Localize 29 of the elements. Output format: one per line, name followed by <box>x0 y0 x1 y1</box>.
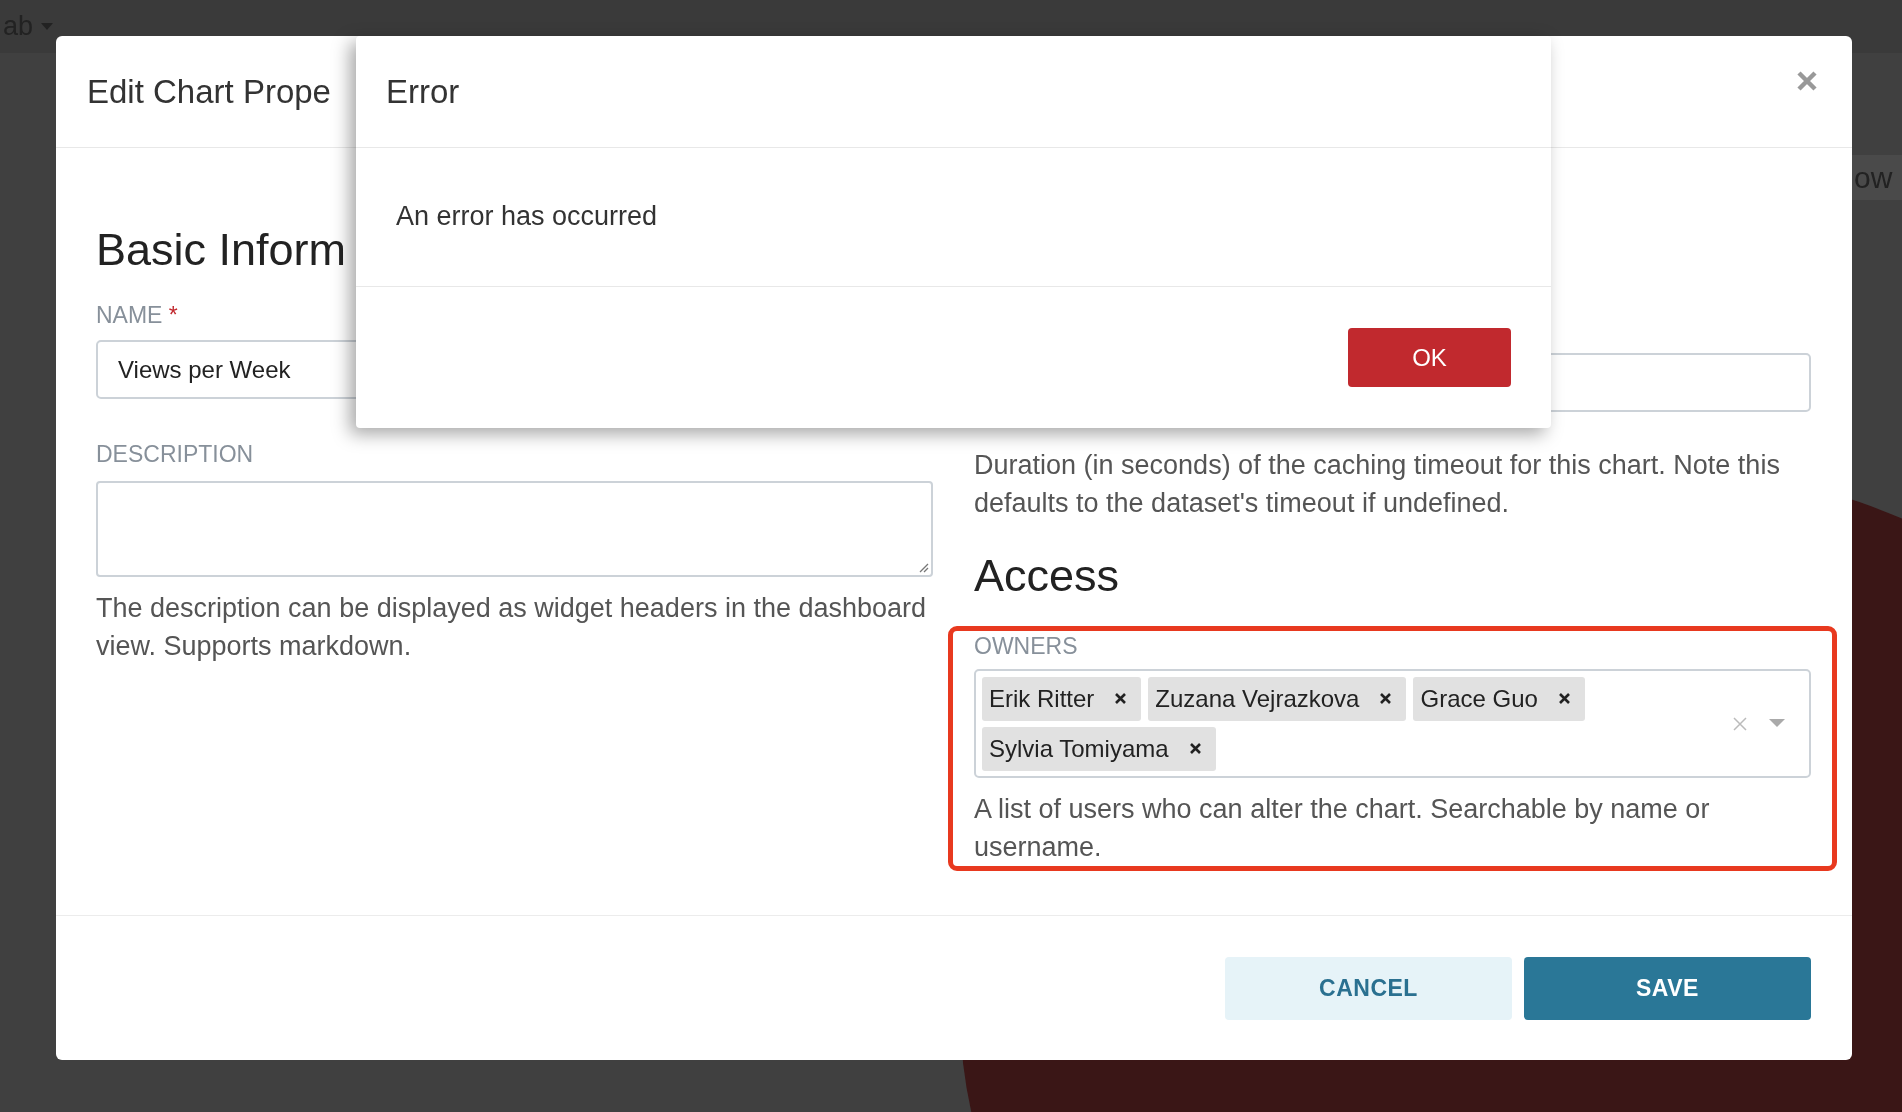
remove-icon[interactable] <box>1188 742 1202 755</box>
help-text: A list of users who can alter the chart. Searchable by name or username. <box>974 793 1711 864</box>
save-button[interactable]: SAVE <box>1524 957 1811 1020</box>
resize-grip-icon[interactable] <box>917 561 929 573</box>
dropdown-caret-icon[interactable] <box>1769 719 1785 728</box>
field-label: DESCRIPTION <box>96 441 254 467</box>
dialog-title: Edit Chart Prope <box>87 72 331 111</box>
owners-select[interactable]: Erik Ritter Zuzana Vejrazkova Grace Guo Sylvia Tomiyama <box>974 669 1811 778</box>
field-label: OWNERS <box>974 632 1079 661</box>
owner-name: Zuzana Vejrazkova <box>1155 684 1360 713</box>
field-label: NAME <box>96 302 163 328</box>
help-text: The description can be displayed as widget headers in the dashboard view. Supports markdown. <box>96 592 928 663</box>
remove-icon[interactable] <box>1379 692 1393 705</box>
remove-icon[interactable] <box>1114 692 1128 705</box>
dialog-title: Error <box>386 72 460 111</box>
close-icon[interactable] <box>1796 69 1818 92</box>
owner-name: Sylvia Tomiyama <box>989 734 1169 763</box>
owner-name: Grace Guo <box>1420 684 1538 713</box>
section-heading: Basic Inform <box>96 223 347 277</box>
error-message: An error has occurred <box>396 201 658 231</box>
description-field[interactable] <box>96 481 933 577</box>
section-heading: Access <box>974 549 1120 603</box>
help-text: Duration (in seconds) of the caching timeout for this chart. Note this defaults to the dataset's timeout if undefined. <box>974 449 1781 520</box>
cancel-button[interactable]: CANCEL <box>1225 957 1512 1020</box>
required-mark: * <box>168 302 178 328</box>
caret-icon <box>41 22 54 31</box>
owner-name: Erik Ritter <box>989 684 1095 713</box>
remove-icon[interactable] <box>1557 692 1571 705</box>
ok-button[interactable]: OK <box>1348 328 1511 387</box>
